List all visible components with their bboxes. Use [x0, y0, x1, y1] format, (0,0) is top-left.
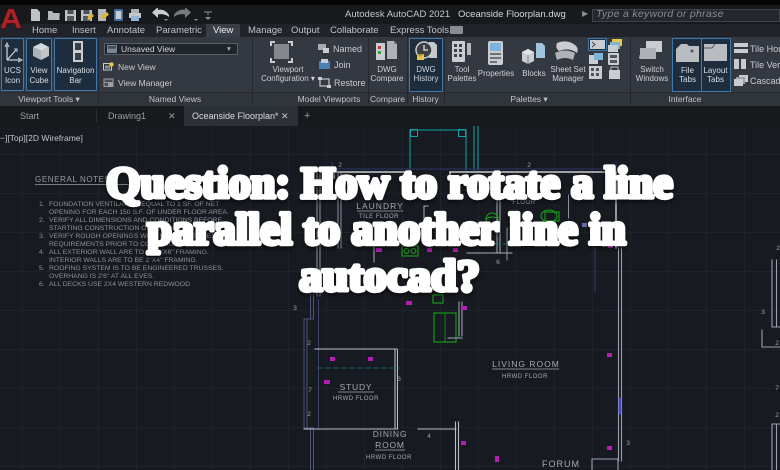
- svg-text:Question: How to rotate a line: Question: How to rotate a line: [106, 159, 673, 208]
- svg-text:parallel to another line in: parallel to another line in: [147, 205, 626, 254]
- svg-text:autocad?: autocad?: [299, 252, 480, 301]
